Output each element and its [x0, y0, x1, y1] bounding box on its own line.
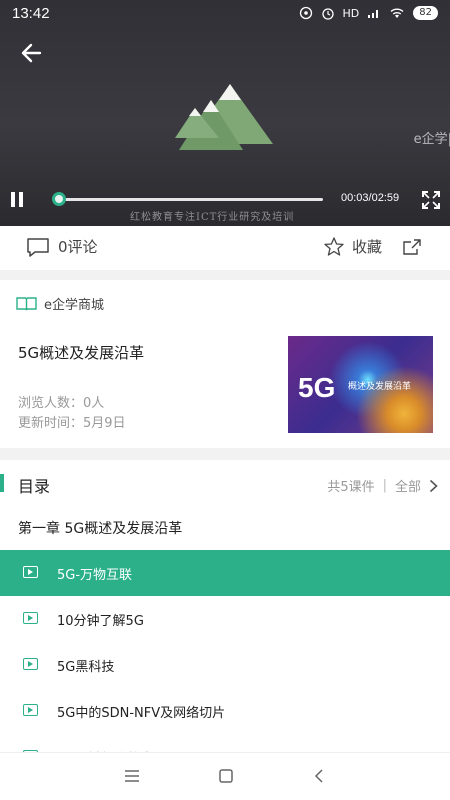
alarm-icon — [321, 8, 334, 20]
thumbnail-big-text: 5G — [298, 372, 336, 403]
play-icon — [23, 658, 38, 670]
pause-icon[interactable] — [10, 192, 26, 208]
placeholder-trees-image — [175, 84, 273, 150]
play-icon — [23, 566, 38, 578]
lesson-item[interactable]: 5G黑科技 — [0, 642, 450, 688]
favorite-button[interactable]: 收藏 — [324, 236, 382, 257]
view-all-link[interactable]: 全部 — [395, 476, 421, 495]
status-bar: 13:42 HD 82 — [0, 0, 450, 26]
lesson-label: 10分钟了解5G — [57, 614, 144, 629]
lesson-label: 5G-万物互联 — [57, 568, 133, 583]
lesson-item[interactable]: 5G中的SDN-NFV及网络切片 — [0, 688, 450, 734]
catalog-header: 目录 共5课件 | 全部 — [0, 460, 450, 506]
signal-icon — [368, 10, 379, 18]
chevron-right-icon[interactable] — [429, 479, 438, 493]
battery-indicator: 82 — [413, 6, 438, 20]
favorite-label: 收藏 — [352, 238, 383, 256]
back-nav-icon[interactable] — [312, 769, 328, 783]
catalog-accent-bar — [0, 474, 4, 492]
shop-name: e企学商城 — [44, 298, 104, 313]
update-time: 更新时间：5月9日 — [18, 416, 126, 431]
lesson-item[interactable]: 10分钟了解5G — [0, 596, 450, 642]
wifi-icon — [390, 8, 404, 18]
comment-button[interactable]: 0评论 — [26, 236, 98, 257]
lesson-label: 5G中的SDN-NFV及网络切片 — [57, 706, 226, 721]
lesson-count: 共5课件 — [327, 480, 375, 495]
catalog-title: 目录 — [18, 477, 51, 496]
video-controls: 00:03/02:59 — [0, 186, 450, 214]
chapter-title: 第一章 5G概述及发展沿革 — [18, 521, 183, 537]
status-time: 13:42 — [12, 4, 50, 22]
fullscreen-icon[interactable] — [421, 190, 441, 210]
lesson-item-active[interactable]: 5G-万物互联 — [0, 550, 450, 596]
progress-handle[interactable] — [52, 192, 66, 206]
comment-icon — [27, 237, 49, 257]
play-icon — [23, 704, 38, 716]
home-icon[interactable] — [218, 769, 234, 783]
separator: | — [382, 478, 387, 493]
catalog-section: 目录 共5课件 | 全部 第一章 5G概述及发展沿革 5G-万物互联 10分钟了… — [0, 460, 450, 756]
play-icon — [23, 612, 38, 624]
status-icons: HD 82 — [299, 6, 438, 20]
thumbnail-small-text: 概述及发展沿革 — [348, 382, 412, 392]
share-icon — [403, 239, 421, 255]
course-thumbnail[interactable]: 5G 概述及发展沿革 — [288, 336, 433, 433]
back-arrow-icon[interactable] — [18, 40, 48, 66]
network-badge: HD — [342, 6, 360, 20]
video-time: 00:03/02:59 — [341, 192, 400, 204]
lesson-label: 5G黑科技 — [57, 660, 115, 675]
share-button[interactable] — [402, 238, 422, 256]
video-watermark-right: e企学| — [413, 132, 450, 147]
catalog-summary: 共5课件 | 全部 — [327, 476, 438, 495]
view-count: 浏览人数：0人 — [18, 396, 105, 411]
progress-track[interactable] — [56, 198, 323, 201]
menu-icon[interactable] — [124, 769, 140, 783]
star-icon — [324, 237, 344, 256]
video-player[interactable]: 13:42 HD 82 e企学| 红松教育专注ICT行业研究及培训 00:03/… — [0, 0, 450, 226]
comment-label: 0评论 — [58, 238, 98, 256]
hotspot-icon — [299, 6, 312, 20]
system-nav-bar — [0, 752, 450, 800]
action-bar: 0评论 收藏 — [0, 226, 450, 270]
book-icon — [16, 296, 37, 310]
shop-link[interactable]: e企学商城 — [16, 294, 104, 313]
course-info-card: e企学商城 5G概述及发展沿革 浏览人数：0人 更新时间：5月9日 5G 概述及… — [0, 280, 450, 448]
course-title: 5G概述及发展沿革 — [18, 344, 145, 362]
